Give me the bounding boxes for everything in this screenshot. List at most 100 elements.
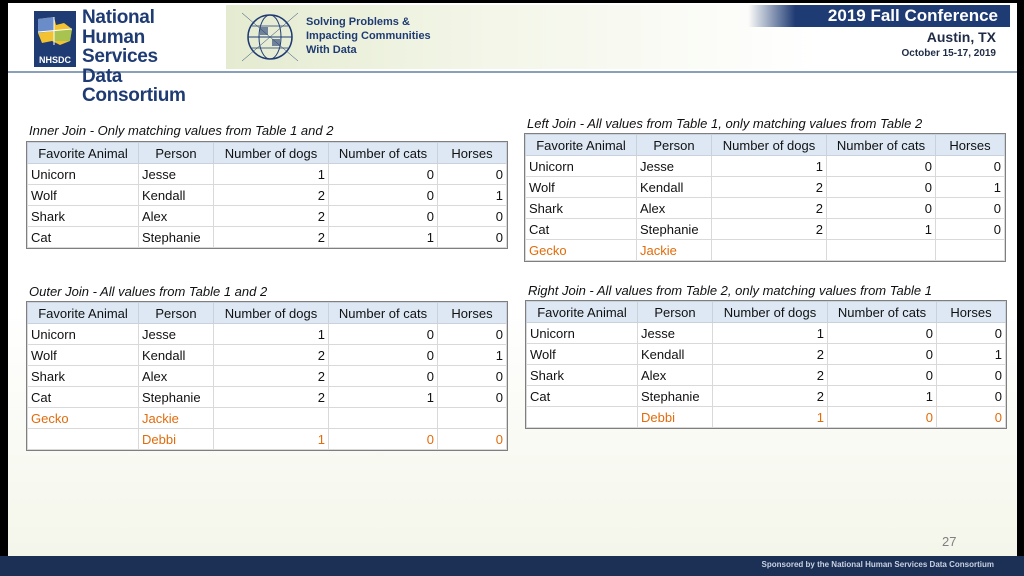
column-header: Number of cats bbox=[328, 302, 438, 324]
table-cell-animal: Wolf bbox=[526, 343, 638, 365]
column-header: Number of cats bbox=[827, 301, 937, 323]
table-cell-horses bbox=[437, 407, 507, 429]
tagline-line: Solving Problems & bbox=[306, 16, 410, 28]
sponsor-text: Sponsored by the National Human Services… bbox=[761, 560, 995, 569]
table-cell-dogs: 1 bbox=[213, 428, 329, 450]
table-cell-dogs: 1 bbox=[213, 323, 329, 345]
org-name-line: Data Consortium bbox=[82, 65, 186, 106]
table-cell-horses: 0 bbox=[437, 226, 507, 248]
table-cell-horses: 0 bbox=[437, 323, 507, 345]
table-row: Debbi 1 0 0 bbox=[27, 428, 507, 450]
table-cell-horses: 0 bbox=[936, 406, 1006, 428]
table-cell-animal: Cat bbox=[27, 226, 139, 248]
table-header-row: Favorite Animal Person Number of dogs Numbe… bbox=[27, 302, 507, 324]
table-row: Unicorn Jesse 1 0 0 bbox=[27, 323, 507, 345]
table-cell-dogs: 2 bbox=[711, 197, 827, 219]
table-cell-horses: 1 bbox=[935, 176, 1005, 198]
table-row: Unicorn Jesse 1 0 0 bbox=[526, 322, 1006, 344]
org-name: National Human Services Data Consortium bbox=[82, 8, 224, 106]
table-row: Cat Stephanie 2 1 0 bbox=[27, 226, 507, 248]
table-cell-horses: 0 bbox=[935, 197, 1005, 219]
table-cell-horses: 0 bbox=[935, 155, 1005, 177]
table-cell-cats: 0 bbox=[328, 365, 438, 387]
us-map-icon bbox=[34, 11, 76, 53]
table-cell-person: Alex bbox=[138, 205, 214, 227]
conference-title: 2019 Fall Conference bbox=[827, 6, 998, 25]
column-header: Person bbox=[637, 301, 713, 323]
table-cell-animal: Unicorn bbox=[27, 323, 139, 345]
column-header: Number of dogs bbox=[711, 134, 827, 156]
slide-header: NHSDC National Human Services Data Conso… bbox=[8, 3, 1017, 105]
column-header: Favorite Animal bbox=[27, 302, 139, 324]
table-cell-person: Jesse bbox=[637, 322, 713, 344]
table-cell-dogs: 1 bbox=[712, 406, 828, 428]
table-cell-dogs: 2 bbox=[213, 226, 329, 248]
table-cell-animal: Cat bbox=[526, 385, 638, 407]
table-cell-animal: Gecko bbox=[525, 239, 637, 261]
table-cell-person: Kendall bbox=[138, 184, 214, 206]
table-cell-dogs: 1 bbox=[711, 155, 827, 177]
table-cell-animal: Gecko bbox=[27, 407, 139, 429]
table-cell-animal: Shark bbox=[526, 364, 638, 386]
table-row: Gecko Jackie bbox=[525, 239, 1005, 261]
org-name-line: National bbox=[82, 7, 155, 28]
table-cell-dogs bbox=[711, 239, 827, 261]
table-cell-cats: 0 bbox=[328, 428, 438, 450]
table-row: Wolf Kendall 2 0 1 bbox=[27, 184, 507, 206]
column-header: Number of dogs bbox=[712, 301, 828, 323]
column-header: Horses bbox=[437, 302, 507, 324]
table-cell-person: Stephanie bbox=[138, 226, 214, 248]
table-cell-person: Jesse bbox=[138, 323, 214, 345]
table-cell-cats: 0 bbox=[827, 322, 937, 344]
nhsdc-logo: NHSDC National Human Services Data Conso… bbox=[20, 5, 224, 105]
left-join-caption: Left Join - All values from Table 1, onl… bbox=[527, 116, 923, 131]
table-header-row: Favorite Animal Person Number of dogs Numbe… bbox=[526, 301, 1006, 323]
table-cell-person: Stephanie bbox=[138, 386, 214, 408]
table-cell-animal: Shark bbox=[27, 365, 139, 387]
logo-abbreviation: NHSDC bbox=[34, 53, 76, 67]
table-cell-animal: Cat bbox=[525, 218, 637, 240]
table-row: Shark Alex 2 0 0 bbox=[27, 365, 507, 387]
column-header: Person bbox=[138, 302, 214, 324]
right-join-caption: Right Join - All values from Table 2, on… bbox=[528, 283, 932, 298]
table-row: Unicorn Jesse 1 0 0 bbox=[525, 155, 1005, 177]
table-cell-horses: 0 bbox=[437, 163, 507, 185]
column-header: Person bbox=[636, 134, 712, 156]
table-cell-dogs: 2 bbox=[712, 364, 828, 386]
table-cell-cats: 0 bbox=[827, 364, 937, 386]
table-cell-animal: Wolf bbox=[27, 184, 139, 206]
slide-number: 27 bbox=[942, 534, 957, 549]
table-cell-animal: Wolf bbox=[525, 176, 637, 198]
table-row: Cat Stephanie 2 1 0 bbox=[27, 386, 507, 408]
column-header: Number of dogs bbox=[213, 142, 329, 164]
table-cell-dogs: 1 bbox=[712, 322, 828, 344]
table-cell-horses: 0 bbox=[935, 218, 1005, 240]
table-cell-animal bbox=[27, 428, 139, 450]
table-row: Wolf Kendall 2 0 1 bbox=[525, 176, 1005, 198]
table-cell-animal: Unicorn bbox=[525, 155, 637, 177]
table-cell-cats: 1 bbox=[826, 218, 936, 240]
column-header: Person bbox=[138, 142, 214, 164]
table-cell-dogs bbox=[213, 407, 329, 429]
column-header: Number of dogs bbox=[213, 302, 329, 324]
table-cell-person: Jesse bbox=[138, 163, 214, 185]
table-cell-animal: Wolf bbox=[27, 344, 139, 366]
table-cell-dogs: 2 bbox=[711, 176, 827, 198]
table-cell-cats: 1 bbox=[328, 386, 438, 408]
table-cell-person: Jackie bbox=[636, 239, 712, 261]
table-cell-person: Jackie bbox=[138, 407, 214, 429]
table-cell-cats: 1 bbox=[827, 385, 937, 407]
table-row: Wolf Kendall 2 0 1 bbox=[27, 344, 507, 366]
table-cell-horses: 0 bbox=[437, 205, 507, 227]
table-cell-person: Debbi bbox=[138, 428, 214, 450]
table-row: Cat Stephanie 2 1 0 bbox=[525, 218, 1005, 240]
table-cell-cats: 0 bbox=[328, 205, 438, 227]
conference-dates: October 15-17, 2019 bbox=[901, 48, 997, 59]
table-cell-dogs: 1 bbox=[213, 163, 329, 185]
table-cell-person: Kendall bbox=[636, 176, 712, 198]
table-cell-cats: 1 bbox=[328, 226, 438, 248]
table-cell-horses: 0 bbox=[936, 364, 1006, 386]
table-row: Wolf Kendall 2 0 1 bbox=[526, 343, 1006, 365]
outer-join-caption: Outer Join - All values from Table 1 and… bbox=[29, 284, 268, 299]
table-cell-animal: Shark bbox=[27, 205, 139, 227]
